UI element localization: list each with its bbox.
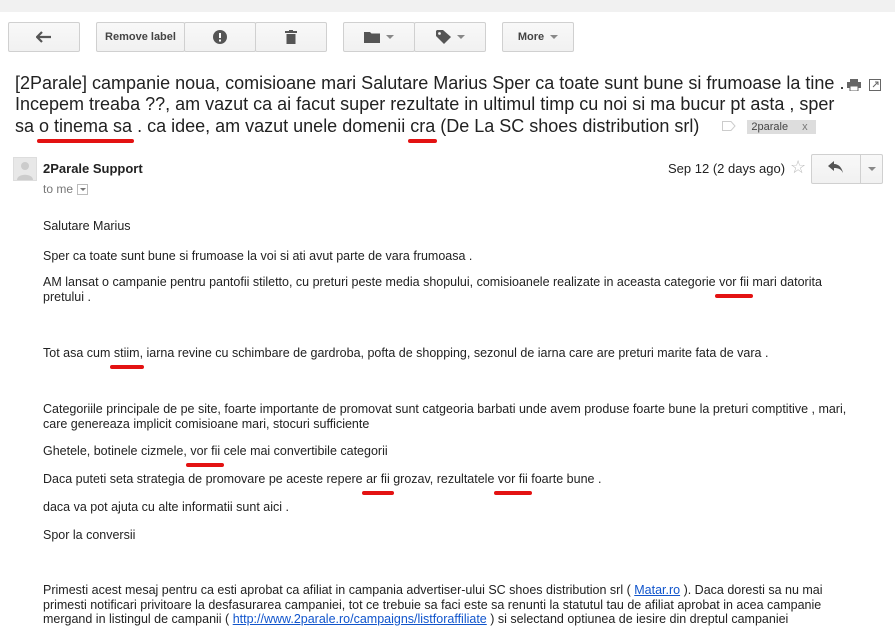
remove-label-text: Remove label <box>105 31 176 43</box>
body-paragraph: AM lansat o campanie pentru pantofii sti… <box>43 275 858 304</box>
recipient-line: to me <box>43 182 89 196</box>
arrow-back-icon <box>36 31 52 43</box>
greeting: Salutare Marius <box>43 219 131 233</box>
star-icon[interactable]: ☆ <box>790 158 806 176</box>
trash-icon <box>285 30 297 44</box>
body-paragraph: Spor la conversii <box>43 528 136 542</box>
underlined-error: ar fii <box>362 472 394 494</box>
body-paragraph: Daca puteti seta strategia de promovare … <box>43 472 858 494</box>
chevron-down-icon <box>456 35 465 39</box>
new-window-icon[interactable] <box>869 78 881 96</box>
campaigns-link[interactable]: http://www.2parale.ro/campaigns/listfora… <box>233 612 487 626</box>
remove-label-button[interactable]: Remove label <box>96 22 185 52</box>
underlined-error: vor fii <box>186 444 225 466</box>
body-text: Daca puteti seta strategia de promovare … <box>43 472 367 486</box>
reply-icon <box>828 160 844 178</box>
toolbar: Remove label More <box>0 0 895 60</box>
body-paragraph: Tot asa cum stiim, iarna revine cu schim… <box>43 346 858 368</box>
labels-button[interactable] <box>414 22 486 52</box>
underlined-error: cra <box>408 116 438 143</box>
body-text: , iarna revine cu schimbare de gardroba,… <box>139 346 769 360</box>
body-paragraph: daca va pot ajuta cu alte informatii sun… <box>43 500 289 514</box>
body-paragraph: Ghetele, botinele cizmele, vor fii cele … <box>43 444 858 466</box>
email-subject: [2Parale] campanie noua, comisioane mari… <box>15 73 850 143</box>
delete-button[interactable] <box>255 22 327 52</box>
recipient-text: to me <box>43 182 74 196</box>
underlined-error: o tinema sa <box>37 116 135 143</box>
label-tag-icon <box>722 115 737 136</box>
body-paragraph: Sper ca toate sunt bune si frumoase la v… <box>43 249 473 263</box>
subject-text: (De La SC shoes distribution srl) <box>435 116 700 136</box>
underlined-error: stiim <box>109 346 144 368</box>
show-details-icon[interactable] <box>77 183 89 195</box>
body-text: AM lansat o campanie pentru pantofii sti… <box>43 275 720 289</box>
more-button[interactable]: More <box>502 22 574 52</box>
remove-label-x[interactable]: x <box>802 121 808 133</box>
folder-icon <box>364 31 380 43</box>
sender-name[interactable]: 2Parale Support <box>43 161 143 176</box>
chevron-down-icon <box>550 35 559 39</box>
body-text: Ghetele, botinele cizmele, <box>43 444 191 458</box>
footer-notice: Primesti acest mesaj pentru ca esti apro… <box>43 583 858 627</box>
message-date: Sep 12 (2 days ago) <box>668 161 786 176</box>
avatar <box>13 157 37 181</box>
subject-text: . ca idee, am vazut unele domenii <box>132 116 411 136</box>
body-text: Tot asa cum <box>43 346 114 360</box>
move-to-button[interactable] <box>343 22 415 52</box>
underlined-error: vor fii <box>493 472 532 494</box>
chevron-down-icon <box>867 167 876 171</box>
reply-button[interactable] <box>811 154 861 184</box>
label-name: 2parale <box>751 121 789 133</box>
body-text: grozav, rezultatele <box>389 472 498 486</box>
back-button[interactable] <box>8 22 80 52</box>
print-icon[interactable] <box>847 78 861 96</box>
underlined-error: vor fii <box>715 275 753 297</box>
label-chip[interactable]: 2parale x <box>747 120 816 134</box>
body-paragraph: Categoriile principale de pe site, foart… <box>43 402 847 431</box>
chevron-down-icon <box>386 35 394 39</box>
more-label: More <box>517 31 545 43</box>
subject-actions <box>847 78 881 96</box>
footer-text: ) si selectand optiunea de iesire din dr… <box>486 612 789 626</box>
body-text: cele mai convertibile categorii <box>220 444 388 458</box>
report-spam-icon <box>213 30 227 44</box>
report-spam-button[interactable] <box>184 22 256 52</box>
footer-text: Primesti acest mesaj pentru ca esti apro… <box>43 583 635 597</box>
tag-icon <box>435 30 451 44</box>
more-actions-button[interactable] <box>860 154 883 184</box>
body-text: foarte bune . <box>527 472 602 486</box>
advertiser-link[interactable]: Matar.ro <box>634 583 680 597</box>
